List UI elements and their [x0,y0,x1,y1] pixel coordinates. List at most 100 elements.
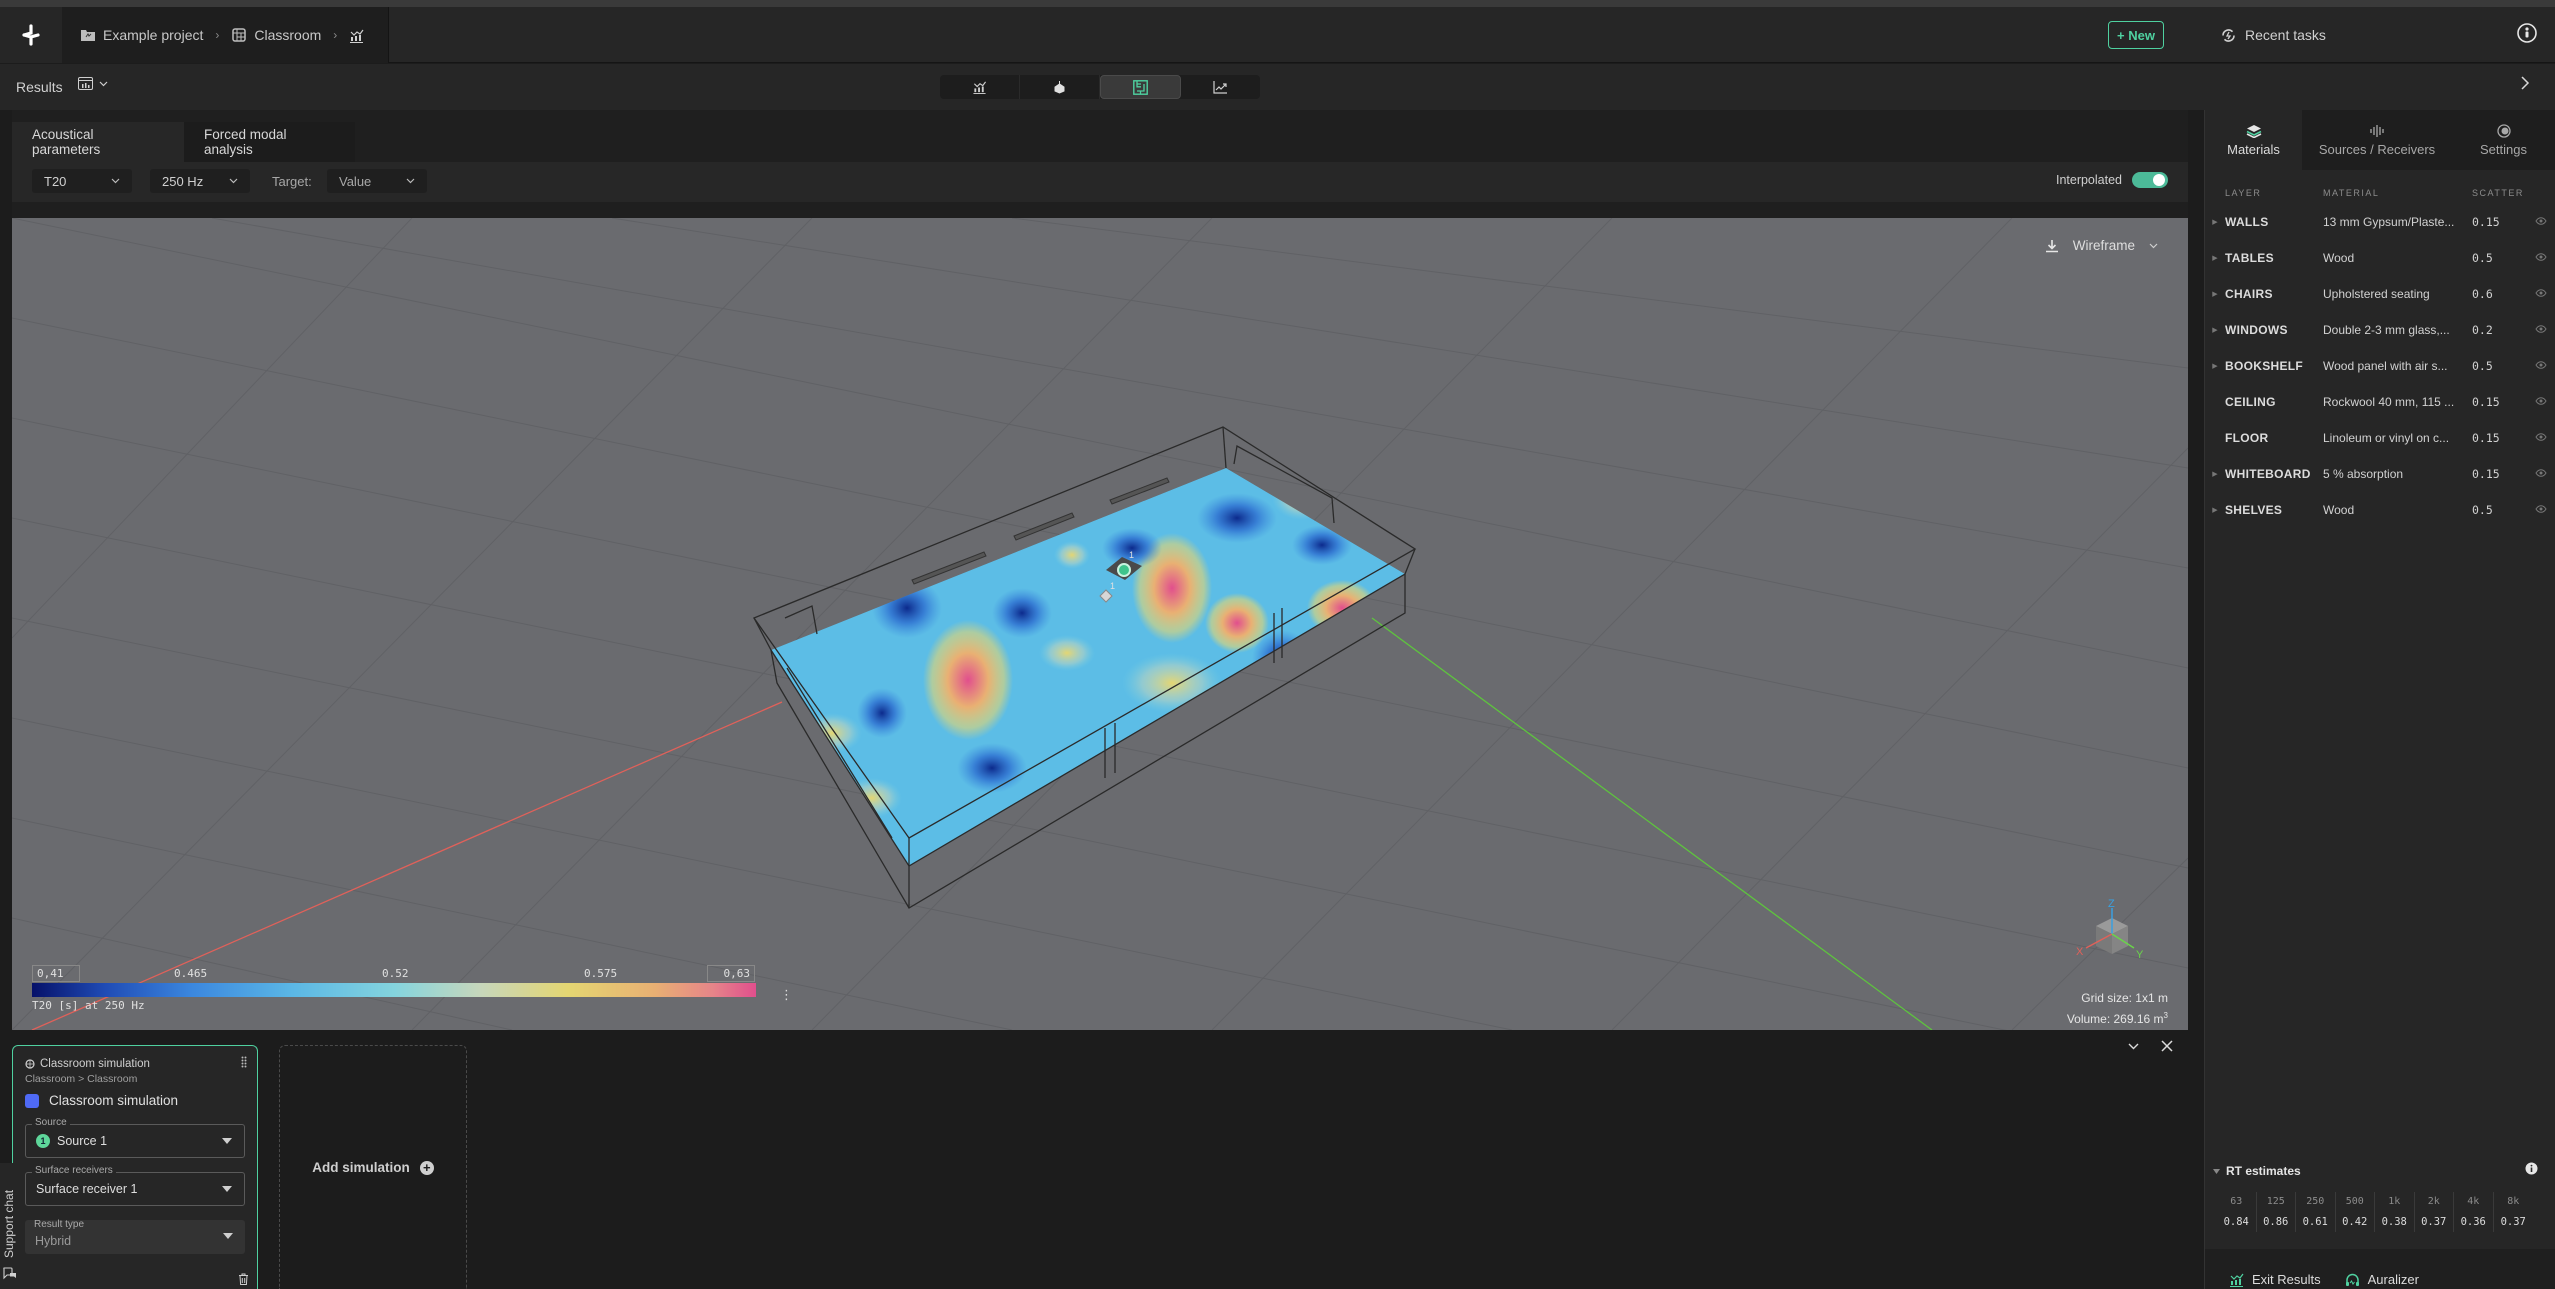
recent-tasks-button[interactable]: Recent tasks [2220,21,2326,49]
material-row[interactable]: ▶ BOOKSHELF Wood panel with air s... 0.5 [2205,348,2555,384]
simulation-card[interactable]: Classroom simulation Classroom > Classro… [12,1045,258,1289]
drag-handle-icon[interactable] [241,1056,247,1068]
material-row[interactable]: ▶ WALLS 13 mm Gypsum/Plaste... 0.15 [2205,204,2555,240]
auralizer-label: Auralizer [2367,1272,2419,1287]
visibility-eye-icon[interactable] [2535,217,2547,225]
wireframe-dropdown[interactable]: Wireframe [2073,238,2135,253]
tab-settings[interactable]: Settings [2452,110,2555,170]
material-scatter[interactable]: 0.6 [2472,287,2532,301]
y-axis-line [1371,617,1933,1030]
material-row[interactable]: ▶ WHITEBOARD 5 % absorption 0.15 [2205,456,2555,492]
support-chat-tab[interactable]: Support chat [0,1163,20,1289]
orientation-gizmo[interactable]: Z X Y [2068,898,2148,978]
exit-results-button[interactable]: Exit Results [2229,1272,2321,1289]
material-name[interactable]: Double 2-3 mm glass,... [2323,323,2472,337]
info-icon[interactable] [2525,1162,2538,1175]
material-scatter[interactable]: 0.2 [2472,323,2532,337]
material-row[interactable]: FLOOR Linoleum or vinyl on c... 0.15 [2205,420,2555,456]
interpolated-toggle[interactable] [2132,172,2168,188]
visibility-eye-icon[interactable] [2535,325,2547,333]
target-dropdown[interactable]: Value [327,169,427,193]
chevron-right-icon[interactable] [2520,76,2530,90]
expand-caret-icon[interactable]: ▶ [2205,362,2225,370]
breadcrumb-model[interactable]: Classroom [254,27,321,43]
breadcrumb-project[interactable]: Example project [103,27,203,43]
expand-caret-icon[interactable]: ▶ [2205,218,2225,226]
results-view-dropdown[interactable] [78,77,108,90]
tab-forced-modal-analysis[interactable]: Forced modal analysis [184,122,355,162]
material-name[interactable]: Wood [2323,251,2472,265]
visibility-eye-icon[interactable] [2535,289,2547,297]
view-mode-results-chart[interactable] [940,75,1020,99]
rt-estimates-header[interactable]: RT estimates [2213,1164,2301,1178]
visibility-eye-icon[interactable] [2535,397,2547,405]
color-gradient-bar [32,983,756,997]
material-scatter[interactable]: 0.5 [2472,359,2532,373]
material-row[interactable]: CEILING Rockwool 40 mm, 115 ... 0.15 [2205,384,2555,420]
expand-caret-icon[interactable]: ▶ [2205,254,2225,262]
close-icon[interactable] [2161,1040,2173,1052]
source-speaker-icon [1054,81,1065,94]
view-mode-trend-graph[interactable] [1181,75,1260,99]
column-material: MATERIAL [2323,188,2380,198]
material-name[interactable]: 5 % absorption [2323,467,2472,481]
view-mode-surface-heatmap[interactable] [1100,75,1181,99]
simulation-color-swatch[interactable] [25,1093,39,1108]
source-select[interactable]: Source 1 Source 1 [25,1117,245,1158]
material-scatter[interactable]: 0.15 [2472,467,2532,481]
material-scatter[interactable]: 0.15 [2472,395,2532,409]
app-logo[interactable] [0,7,62,63]
chevron-down-icon[interactable] [2149,243,2158,249]
add-simulation-button[interactable]: Add simulation + [279,1045,467,1289]
result-type-select[interactable]: Result type Hybrid [25,1219,245,1254]
chevron-down-icon [229,178,238,184]
expand-caret-icon[interactable]: ▶ [2205,470,2225,478]
material-name[interactable]: Wood panel with air s... [2323,359,2472,373]
expand-caret-icon[interactable]: ▶ [2205,290,2225,298]
material-row[interactable]: ▶ TABLES Wood 0.5 [2205,240,2555,276]
material-name[interactable]: 13 mm Gypsum/Plaste... [2323,215,2472,229]
visibility-eye-icon[interactable] [2535,253,2547,261]
material-row[interactable]: ▶ SHELVES Wood 0.5 [2205,492,2555,528]
parameter-dropdown[interactable]: T20 [32,169,132,193]
tab-materials[interactable]: Materials [2205,110,2302,170]
legend-min-input[interactable]: 0,41 [32,965,80,982]
material-scatter[interactable]: 0.15 [2472,215,2532,229]
material-name[interactable]: Upholstered seating [2323,287,2472,301]
visibility-eye-icon[interactable] [2535,433,2547,441]
material-row[interactable]: ▶ WINDOWS Double 2-3 mm glass,... 0.2 [2205,312,2555,348]
scene-canvas[interactable]: 1 1 [12,218,2188,1030]
material-row[interactable]: ▶ CHAIRS Upholstered seating 0.6 [2205,276,2555,312]
rt-band-frequency: 63 [2230,1196,2243,1207]
material-scatter[interactable]: 0.5 [2472,503,2532,517]
tab-acoustical-parameters[interactable]: Acoustical parameters [12,122,184,162]
3d-viewport[interactable]: 1 1 Wireframe 0,41 0.465 0.52 0.575 0,63… [12,218,2188,1030]
chevron-down-icon[interactable] [2128,1043,2139,1050]
view-mode-sources-receivers[interactable] [1020,75,1100,99]
download-icon[interactable] [2045,239,2059,253]
material-name[interactable]: Rockwool 40 mm, 115 ... [2323,395,2472,409]
rt-band-column: 125 0.86 [2257,1192,2296,1232]
material-scatter[interactable]: 0.15 [2472,431,2532,445]
expand-caret-icon[interactable]: ▶ [2205,506,2225,514]
legend-options-icon[interactable]: ⋮ [780,987,793,1003]
rt-band-value: 0.61 [2302,1216,2328,1228]
visibility-eye-icon[interactable] [2535,505,2547,513]
results-chart-icon[interactable] [349,28,364,43]
auralizer-button[interactable]: Auralizer [2345,1272,2419,1289]
visibility-eye-icon[interactable] [2535,469,2547,477]
material-name[interactable]: Wood [2323,503,2472,517]
visibility-eye-icon[interactable] [2535,361,2547,369]
surface-receivers-select[interactable]: Surface receivers Surface receiver 1 [25,1165,245,1206]
accessibility-icon[interactable] [2516,22,2538,44]
target-label: Target: [272,174,312,189]
material-name[interactable]: Linoleum or vinyl on c... [2323,431,2472,445]
trash-icon[interactable] [238,1273,249,1285]
material-scatter[interactable]: 0.5 [2472,251,2532,265]
expand-caret-icon[interactable]: ▶ [2205,326,2225,334]
frequency-dropdown[interactable]: 250 Hz [150,169,250,193]
surface-receivers-label: Surface receivers [32,1165,116,1176]
legend-max-input[interactable]: 0,63 [707,965,755,982]
tab-sources-receivers[interactable]: Sources / Receivers [2302,110,2452,170]
new-button[interactable]: + New [2108,21,2164,49]
